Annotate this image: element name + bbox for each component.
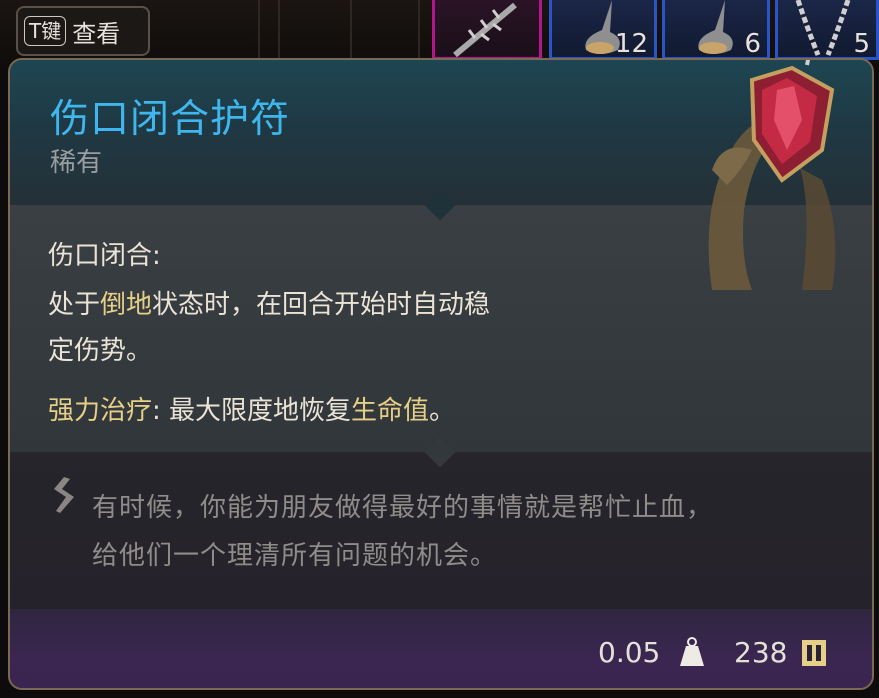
item-weight: 0.05 (598, 636, 661, 669)
flavor-line-1: 有时候，你能为朋友做得最好的事情就是帮忙止血， (92, 493, 714, 523)
spiked-weapon-icon (453, 2, 517, 58)
ability-2: 强力治疗: 最大限度地恢复生命值。 (48, 390, 455, 427)
item-rarity: 稀有 (50, 148, 103, 178)
flavor-line-2: 给他们一个理清所有问题的机会。 (92, 541, 498, 571)
item-count: 12 (614, 29, 648, 59)
ability-1-name: 伤口闭合: (48, 241, 161, 271)
gold-coin-icon (802, 640, 826, 666)
ability-2-end: 。 (429, 396, 456, 426)
amulet-hands-icon (708, 60, 836, 290)
weight-icon (680, 637, 704, 666)
ability-2-text: : 最大限度地恢复 (152, 396, 352, 426)
item-tooltip: 伤口闭合护符 稀有 伤口闭合: 处于倒地状态时，在回合开始时自动稳 定伤势。 强… (8, 58, 874, 690)
hotkey-badge: T键 (24, 16, 67, 46)
inventory-slot-potion-1[interactable]: 12 (549, 0, 657, 60)
item-title: 伤口闭合护符 (50, 97, 291, 142)
ability-1-line-1: 处于倒地状态时，在回合开始时自动稳 (48, 284, 490, 321)
examine-label: 查看 (72, 19, 121, 48)
item-value: 238 (734, 636, 788, 669)
examine-hint-button[interactable]: T键 查看 (16, 6, 150, 56)
ability-1-text-b: 状态时，在回合开始时自动稳 (152, 290, 491, 320)
inventory-slot-weapon[interactable] (432, 0, 542, 60)
tooltip-flavor (10, 452, 872, 609)
item-count: 6 (744, 29, 761, 59)
ability-2-name[interactable]: 强力治疗 (48, 396, 152, 426)
keyword-hit-points[interactable]: 生命值 (351, 396, 429, 426)
item-count: 5 (853, 29, 870, 59)
inventory-slot-potion-2[interactable]: 6 (662, 0, 770, 60)
flavor-quill-icon (54, 477, 74, 513)
keyword-downed[interactable]: 倒地 (100, 290, 152, 320)
ability-1-line-2: 定伤势。 (48, 336, 153, 366)
ability-1-text-a: 处于 (48, 290, 101, 320)
inventory-slot-amulet[interactable]: 5 (775, 0, 879, 60)
